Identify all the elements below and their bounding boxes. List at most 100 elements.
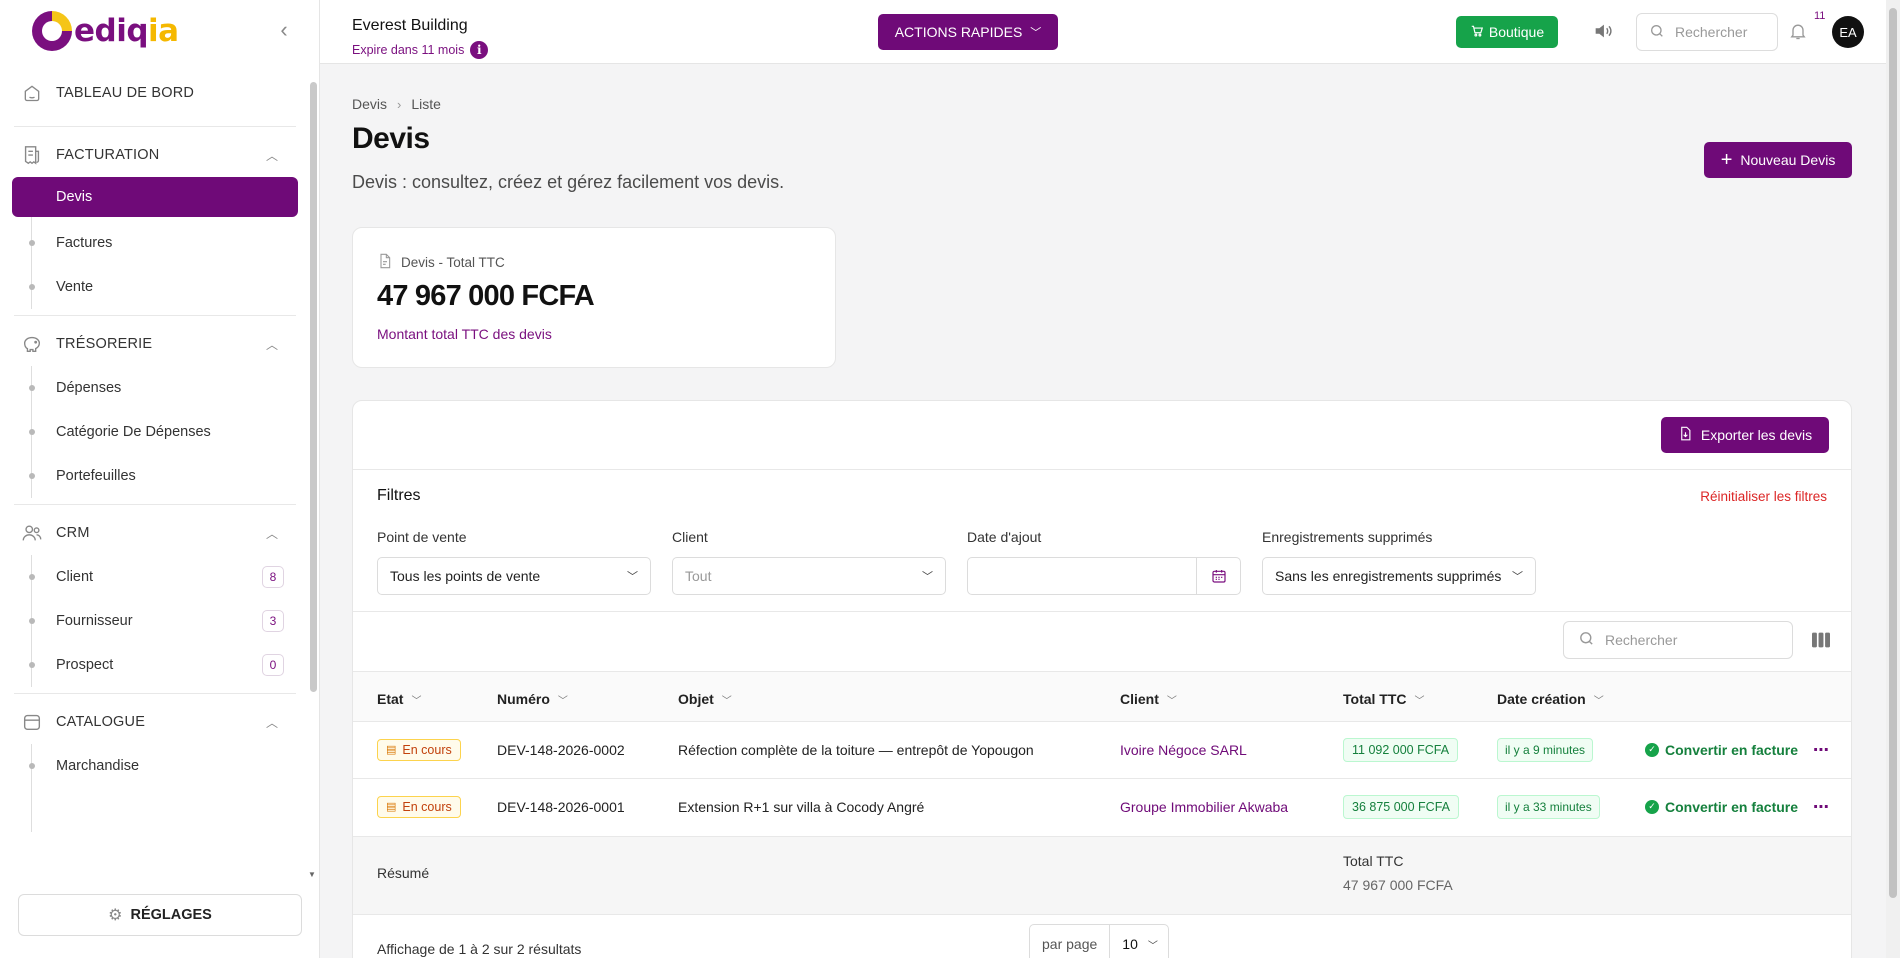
sidebar-group-facturation[interactable]: FACTURATION ︿ [0,133,310,177]
table-search-input[interactable]: Rechercher [1563,621,1793,659]
sidebar-group-tresorerie[interactable]: TRÉSORERIE ︿ [0,322,310,366]
table-summary-row [353,836,1851,914]
export-devis-button[interactable]: Exporter les devis [1661,417,1829,453]
breadcrumb-current: Liste [411,96,441,112]
users-icon [20,521,44,545]
pagination-info: Affichage de 1 à 2 sur 2 résultats [377,941,582,957]
info-icon[interactable]: i [470,41,489,59]
sidebar-item-depenses[interactable]: Dépenses [0,366,310,410]
more-options-icon[interactable]: ⋯ [1813,797,1830,817]
shop-button[interactable]: Boutique [1456,16,1558,48]
breadcrumb: Devis › Liste [352,96,441,112]
sidebar-item-label: TABLEAU DE BORD [56,85,195,101]
export-file-icon [1678,425,1693,445]
quick-actions-button[interactable]: ACTIONS RAPIDES ﹀ [878,14,1058,50]
chevron-down-icon: ﹀ [916,568,933,584]
deleted-records-select[interactable]: Sans les enregistrements supprimés ﹀ [1262,557,1536,595]
sidebar-subnav-crm: Client 8 Fournisseur 3 Prospect 0 [0,555,310,687]
bullet-icon [29,385,35,391]
sidebar-item-label: Client [56,569,94,585]
bullet-icon [29,662,35,668]
column-header-objet[interactable]: Objet ﹀ [678,691,732,707]
column-header-numero[interactable]: Numéro ﹀ [497,691,568,707]
company-info: Everest Building Expire dans 11 mois i [352,17,489,59]
document-icon [377,252,393,273]
window-scroll-thumb[interactable] [1889,8,1897,898]
devis-number: DEV-148-2026-0001 [497,798,625,815]
scroll-down-arrow-icon[interactable]: ▼ [308,870,316,879]
column-header-label: Date création [1497,691,1586,707]
date-ajout-input[interactable] [967,557,1241,595]
devis-object: Extension R+1 sur villa à Cocody Angré [678,798,925,815]
point-de-vente-select[interactable]: Tous les points de vente ﹀ [377,557,651,595]
search-icon [1578,630,1595,650]
sidebar-item-portefeuilles[interactable]: Portefeuilles [0,454,310,498]
filter-label-enregistrements-supprimes: Enregistrements supprimés [1262,529,1433,545]
column-header-client[interactable]: Client ﹀ [1120,691,1177,707]
volume-icon[interactable] [1592,20,1616,44]
sidebar-item-client[interactable]: Client 8 [0,555,310,599]
sidebar-item-prospect[interactable]: Prospect 0 [0,643,310,687]
sidebar-item-devis[interactable]: Devis [12,177,298,217]
sidebar-scroll-thumb[interactable] [310,82,317,692]
sidebar-item-vente[interactable]: Vente [0,265,310,309]
breadcrumb-link-devis[interactable]: Devis [352,96,387,112]
cart-icon [1470,24,1484,41]
devis-list-panel: Exporter les devis Filtres Réinitialiser… [352,400,1852,958]
invoice-icon [20,143,44,167]
client-select[interactable]: Tout ﹀ [672,557,946,595]
client-link[interactable]: Ivoire Négoce SARL [1120,742,1247,758]
column-header-label: Objet [678,691,714,707]
client-link[interactable]: Groupe Immobilier Akwaba [1120,799,1288,815]
count-badge: 0 [262,654,284,676]
per-page-number: 10 [1122,936,1138,952]
total-amount-badge: 36 875 000 FCFA [1343,794,1459,819]
sidebar-item-categorie-depenses[interactable]: Catégorie De Dépenses [0,410,310,454]
top-header: Everest Building Expire dans 11 mois i A… [320,0,1900,64]
sidebar-item-label: Portefeuilles [56,468,136,484]
collapse-sidebar-chevron-left-icon[interactable]: ‹ [275,19,293,42]
column-header-label: Client [1120,691,1159,707]
sidebar-item-factures[interactable]: Factures [0,221,310,265]
app-logo[interactable]: ediqia [32,8,179,54]
column-header-total-ttc[interactable]: Total TTC ﹀ [1343,691,1425,707]
columns-toggle-icon[interactable] [1811,631,1831,649]
sidebar-subnav-facturation: Devis Factures Vente [0,177,310,309]
table-row[interactable]: ▤ En cours DEV-148-2026-0002 Réfection co… [353,721,1851,778]
per-page-label: par page [1030,925,1111,958]
filter-label-client: Client [672,529,708,545]
table-row[interactable]: ▤ En cours DEV-148-2026-0001 Extension R+… [353,778,1851,835]
per-page-value: 10 ﹀ [1110,936,1168,952]
quick-actions-label: ACTIONS RAPIDES [894,24,1023,40]
more-options-icon[interactable]: ⋯ [1813,740,1830,760]
total-amount-badge: 11 092 000 FCFA [1343,737,1459,762]
per-page-select[interactable]: par page 10 ﹀ [1029,924,1169,958]
settings-button[interactable]: ⚙ RÉGLAGES [18,894,302,936]
chevron-down-icon: ﹀ [557,695,568,707]
home-icon [20,81,44,105]
bell-icon[interactable] [1788,20,1810,42]
convert-label: Convertir en facture [1665,798,1799,815]
sidebar-item-fournisseur[interactable]: Fournisseur 3 [0,599,310,643]
count-badge: 8 [262,566,284,588]
avatar[interactable]: EA [1832,16,1864,48]
sidebar-group-catalogue[interactable]: CATALOGUE ︿ [0,700,310,744]
divider [353,836,1851,837]
column-header-etat[interactable]: Etat ﹀ [377,691,421,707]
sidebar-item-dashboard[interactable]: TABLEAU DE BORD [0,66,310,120]
calendar-icon[interactable] [1196,558,1240,594]
convert-to-invoice-button[interactable]: ✓ Convertir en facture [1645,799,1798,815]
check-circle-icon: ✓ [1645,742,1659,757]
convert-to-invoice-button[interactable]: ✓ Convertir en facture [1645,742,1798,758]
sidebar-group-label: TRÉSORERIE [56,336,153,352]
divider [353,914,1851,915]
sidebar-item-marchandise[interactable]: Marchandise [0,744,310,788]
sidebar-group-crm[interactable]: CRM ︿ [0,511,310,555]
new-devis-button[interactable]: + Nouveau Devis [1704,142,1852,178]
sidebar-group-label: CRM [56,525,90,541]
reset-filters-link[interactable]: Réinitialiser les filtres [1700,489,1827,504]
notification-count: 11 [1814,10,1826,22]
new-devis-label: Nouveau Devis [1740,152,1836,168]
header-search-input[interactable]: Rechercher [1636,13,1778,51]
column-header-date-creation[interactable]: Date création ﹀ [1497,691,1604,707]
